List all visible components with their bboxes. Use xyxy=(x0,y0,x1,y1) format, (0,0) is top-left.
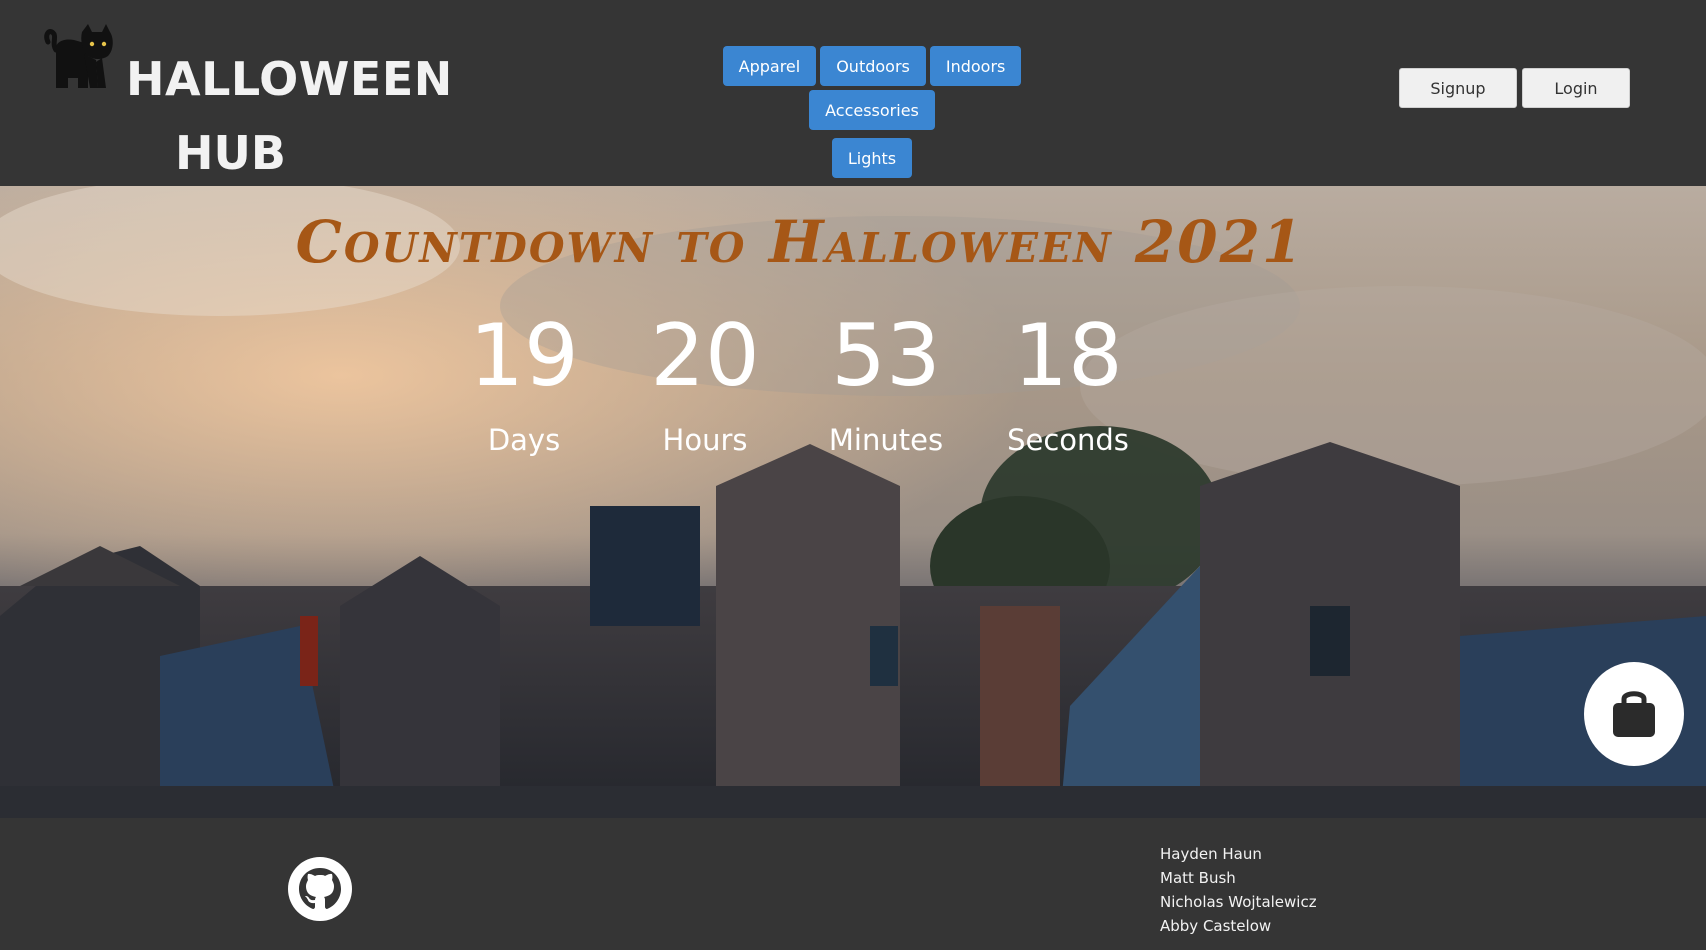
nav-indoors-button[interactable]: Indoors xyxy=(929,46,1022,86)
author-list: Hayden Haun Matt Bush Nicholas Wojtalewi… xyxy=(1160,842,1317,938)
login-button[interactable]: Login xyxy=(1522,68,1630,108)
countdown-days-value: 19 xyxy=(469,306,579,406)
site-footer: Hayden Haun Matt Bush Nicholas Wojtalewi… xyxy=(0,818,1706,950)
countdown-seconds-label: Seconds xyxy=(1007,423,1129,457)
brand-logo[interactable]: HALLOWEEN HUB xyxy=(44,22,452,180)
countdown-seconds-value: 18 xyxy=(1013,306,1123,406)
signup-button[interactable]: Signup xyxy=(1399,68,1517,108)
brand-title-line1: HALLOWEEN xyxy=(126,52,453,106)
nav-accessories-button[interactable]: Accessories xyxy=(809,90,935,130)
countdown-hours-value: 20 xyxy=(650,306,760,406)
nav-lights-button[interactable]: Lights xyxy=(831,138,913,178)
nav-apparel-button[interactable]: Apparel xyxy=(722,46,817,86)
countdown-days: 19 Days xyxy=(434,306,614,460)
countdown-minutes-label: Minutes xyxy=(828,423,944,457)
author-name: Nicholas Wojtalewicz xyxy=(1160,893,1317,911)
hero-countdown-section: Countdown to Halloween 2021 19 Days 20 H… xyxy=(0,186,1706,818)
countdown-seconds: 18 Seconds xyxy=(978,306,1158,460)
brand-title-line2: HUB xyxy=(175,126,286,180)
countdown-minutes-value: 53 xyxy=(831,306,941,406)
author-name: Abby Castelow xyxy=(1160,917,1272,935)
github-icon[interactable] xyxy=(287,856,353,922)
auth-buttons: Signup Login xyxy=(1399,68,1630,108)
countdown-minutes: 53 Minutes xyxy=(796,306,976,460)
countdown-headline: Countdown to Halloween 2021 xyxy=(295,208,1305,276)
shopping-cart-button[interactable] xyxy=(1584,662,1684,766)
author-name: Matt Bush xyxy=(1160,869,1236,887)
shopping-bag-icon xyxy=(1613,691,1655,737)
black-cat-icon xyxy=(44,24,113,88)
countdown-hours-label: Hours xyxy=(662,423,748,457)
nav-outdoors-button[interactable]: Outdoors xyxy=(820,46,926,86)
countdown-days-label: Days xyxy=(487,423,561,457)
haunted-houses-background xyxy=(0,186,1706,818)
countdown-hours: 20 Hours xyxy=(615,306,795,460)
site-header: HALLOWEEN HUB Apparel Outdoors Indoors A… xyxy=(0,0,1706,186)
category-nav: Apparel Outdoors Indoors Accessories Lig… xyxy=(664,46,1080,178)
author-name: Hayden Haun xyxy=(1160,845,1262,863)
